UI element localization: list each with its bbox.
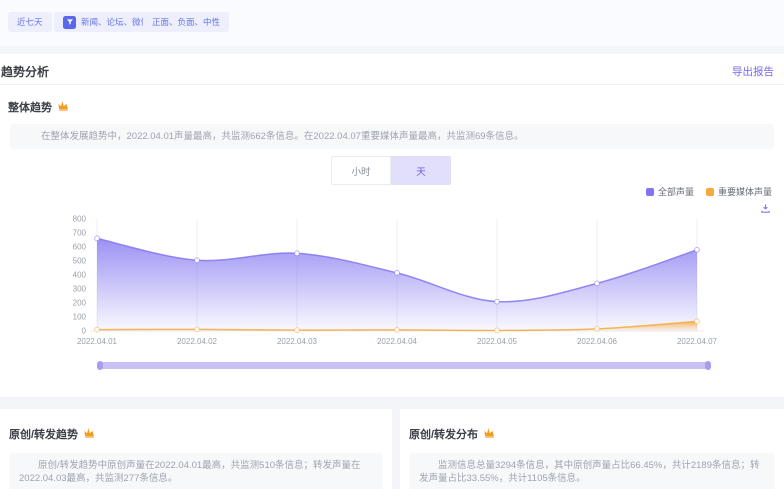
page-title: 趋势分析 bbox=[1, 63, 49, 80]
export-report-link[interactable]: 导出报告 bbox=[732, 64, 774, 79]
svg-text:400: 400 bbox=[73, 271, 87, 280]
svg-text:2022.04.07: 2022.04.07 bbox=[677, 337, 718, 346]
legend-marker-all bbox=[646, 188, 654, 196]
filter-chip-time-range[interactable]: 近七天 bbox=[8, 12, 52, 32]
legend-label-all: 全部声量 bbox=[658, 185, 694, 198]
legend-item-media-volume[interactable]: 重要媒体声量 bbox=[706, 185, 772, 198]
source-filter-icon bbox=[63, 16, 76, 29]
granularity-toggle: 小时 天 bbox=[331, 156, 451, 185]
original-repost-distribution-summary: 监测信息总量3294条信息，其中原创声量占比66.45%，共计2189条信息；转… bbox=[409, 453, 775, 489]
original-repost-distribution-title-text: 原创/转发分布 bbox=[409, 426, 478, 442]
svg-text:0: 0 bbox=[82, 327, 87, 336]
overall-trend-summary: 在整体发展趋势中，2022.04.01声量最高，共监测662条信息。在2022.… bbox=[10, 124, 774, 149]
download-icon[interactable] bbox=[760, 201, 771, 219]
svg-text:200: 200 bbox=[73, 299, 87, 308]
svg-text:2022.04.02: 2022.04.02 bbox=[177, 337, 218, 346]
trend-analysis-card: 趋势分析 导出报告 整体趋势 在整体发展趋势中，2022.04.01声量最高，共… bbox=[0, 54, 784, 397]
original-repost-trend-summary: 原创/转发趋势中原创声量在2022.04.01最高，共监测510条信息；转发声量… bbox=[9, 453, 383, 489]
svg-text:300: 300 bbox=[73, 285, 87, 294]
overall-trend-title-text: 整体趋势 bbox=[8, 99, 52, 115]
sentiment-label: 正面、负面、中性 bbox=[152, 16, 220, 28]
svg-text:800: 800 bbox=[73, 215, 87, 224]
toggle-day-button[interactable]: 天 bbox=[391, 156, 451, 185]
svg-text:2022.04.06: 2022.04.06 bbox=[577, 337, 618, 346]
svg-text:2022.04.05: 2022.04.05 bbox=[477, 337, 518, 346]
trend-chart-svg: 0 100 200 300 400 500 600 700 800 2022.04.01 2022.… bbox=[64, 213, 724, 353]
original-repost-trend-card: 原创/转发趋势 原创/转发趋势中原创声量在2022.04.01最高，共监测510… bbox=[0, 409, 392, 489]
hot-trend-icon bbox=[483, 426, 496, 442]
legend-label-media: 重要媒体声量 bbox=[718, 185, 772, 198]
trend-area-chart[interactable]: 0 100 200 300 400 500 600 700 800 2022.04.01 2022.… bbox=[64, 213, 724, 353]
original-repost-trend-title-text: 原创/转发趋势 bbox=[9, 426, 78, 442]
overall-trend-section-title: 整体趋势 bbox=[8, 99, 70, 115]
chart-legend: 全部声量 重要媒体声量 bbox=[646, 185, 772, 198]
original-repost-trend-title: 原创/转发趋势 bbox=[9, 426, 96, 442]
filter-bar: 近七天 新闻、论坛、微信… 正面、负面、中性 bbox=[0, 0, 784, 46]
svg-text:2022.04.03: 2022.04.03 bbox=[277, 337, 318, 346]
svg-text:700: 700 bbox=[73, 229, 87, 238]
legend-marker-media bbox=[706, 188, 714, 196]
datazoom-slider[interactable] bbox=[98, 362, 710, 369]
card-header: 趋势分析 导出报告 bbox=[0, 54, 784, 85]
toggle-hour-button[interactable]: 小时 bbox=[331, 156, 391, 185]
hot-trend-icon bbox=[83, 426, 96, 442]
svg-text:2022.04.04: 2022.04.04 bbox=[377, 337, 418, 346]
svg-text:100: 100 bbox=[73, 313, 87, 322]
svg-text:2022.04.01: 2022.04.01 bbox=[77, 337, 118, 346]
hot-trend-icon bbox=[57, 99, 70, 115]
original-repost-distribution-title: 原创/转发分布 bbox=[409, 426, 496, 442]
datazoom-left-handle[interactable] bbox=[97, 361, 103, 370]
original-repost-distribution-card: 原创/转发分布 监测信息总量3294条信息，其中原创声量占比66.45%，共计2… bbox=[400, 409, 784, 489]
datazoom-right-handle[interactable] bbox=[705, 361, 711, 370]
time-range-label: 近七天 bbox=[17, 16, 43, 28]
svg-text:500: 500 bbox=[73, 257, 87, 266]
filter-chip-sentiment[interactable]: 正面、负面、中性 bbox=[143, 12, 229, 32]
legend-item-all-volume[interactable]: 全部声量 bbox=[646, 185, 694, 198]
svg-text:600: 600 bbox=[73, 243, 87, 252]
